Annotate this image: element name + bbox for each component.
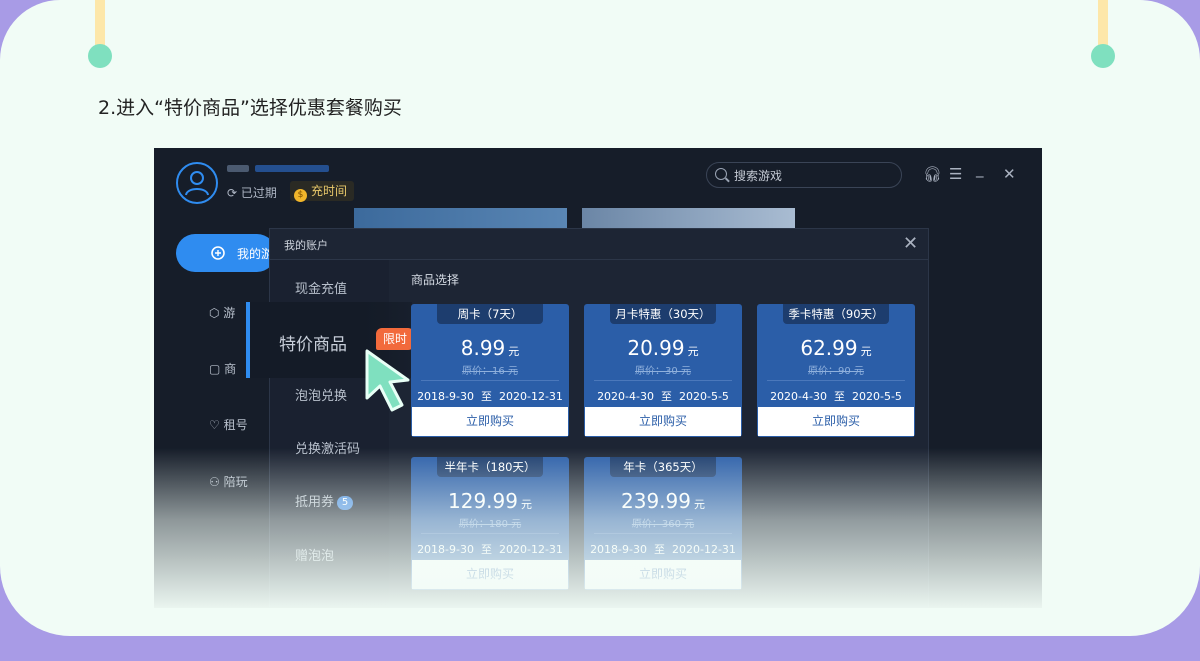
product-price: 20.99 元 bbox=[627, 336, 699, 360]
product-card[interactable]: 季卡特惠（90天） 62.99 元原价：90 元 2020-4-30 至 2020-5… bbox=[757, 304, 915, 437]
product-card[interactable]: 年卡（365天） 239.99 元原价：360 元 2018-9-30 至 2020-… bbox=[584, 457, 742, 590]
buy-now-button[interactable]: 立即购买 bbox=[585, 407, 741, 436]
sidebar-item-cash-recharge[interactable]: 现金充值 bbox=[295, 278, 347, 297]
buy-now-button[interactable]: 立即购买 bbox=[412, 560, 568, 589]
product-name: 年卡（365天） bbox=[610, 457, 716, 477]
buy-now-button[interactable]: 立即购买 bbox=[585, 560, 741, 589]
tutorial-card: 2.进入“特价商品”选择优惠套餐购买 ⟳ 已过期 $ 充时间 搜索游戏 🎧︎ ☰ … bbox=[0, 0, 1200, 636]
coin-icon: $ bbox=[294, 189, 307, 202]
validity-dates: 2018-9-30 至 2020-12-31 bbox=[417, 390, 563, 403]
nav-item-play[interactable]: ⚇ 陪玩 bbox=[209, 473, 248, 490]
search-icon bbox=[715, 168, 727, 180]
coupon-count-badge: 5 bbox=[337, 496, 354, 510]
product-price: 8.99 元 bbox=[460, 336, 520, 360]
product-price: 239.99 元 bbox=[621, 489, 705, 513]
heart-icon: ♡ bbox=[209, 418, 224, 432]
product-price: 129.99 元 bbox=[448, 489, 532, 513]
people-icon: ⚇ bbox=[209, 475, 224, 489]
refresh-icon: ⟳ bbox=[227, 186, 241, 200]
account-status: ⟳ 已过期 bbox=[227, 186, 277, 200]
product-card[interactable]: 周卡（7天） 8.99 元原价：16 元 2018-9-30 至 2020-12-31… bbox=[411, 304, 569, 437]
modal-title: 我的账户 bbox=[284, 239, 328, 252]
original-price: 原价：180 元 bbox=[458, 519, 522, 530]
sidebar-item-gift[interactable]: 赠泡泡 bbox=[295, 545, 334, 564]
cube-icon: ⬡ bbox=[209, 306, 224, 320]
product-name: 周卡（7天） bbox=[437, 304, 543, 324]
close-icon[interactable]: ✕ bbox=[1003, 165, 1016, 183]
validity-dates: 2018-9-30 至 2020-12-31 bbox=[417, 543, 563, 556]
menu-icon[interactable]: ☰ bbox=[949, 165, 962, 183]
minimize-icon[interactable]: _ bbox=[976, 160, 984, 178]
avatar[interactable] bbox=[176, 162, 218, 204]
product-name: 月卡特惠（30天） bbox=[610, 304, 716, 324]
username-blurred bbox=[227, 162, 331, 174]
user-icon bbox=[185, 171, 209, 196]
modal-header: 我的账户 ✕ bbox=[270, 229, 928, 260]
recharge-button[interactable]: $ 充时间 bbox=[290, 181, 355, 202]
section-title: 商品选择 bbox=[411, 273, 460, 287]
product-card[interactable]: 月卡特惠（30天） 20.99 元原价：30 元 2020-4-30 至 2020-5… bbox=[584, 304, 742, 437]
headset-icon[interactable]: 🎧︎ bbox=[923, 165, 942, 183]
search-input[interactable]: 搜索游戏 bbox=[706, 162, 902, 188]
original-price: 原价：16 元 bbox=[462, 366, 518, 377]
original-price: 原价：30 元 bbox=[635, 366, 691, 377]
bag-icon: ▢ bbox=[209, 362, 225, 376]
sidebar-item-coupon[interactable]: 抵用券 5 bbox=[295, 491, 354, 510]
product-name: 季卡特惠（90天） bbox=[783, 304, 889, 324]
validity-dates: 2020-4-30 至 2020-5-5 bbox=[597, 390, 729, 403]
validity-dates: 2020-4-30 至 2020-5-5 bbox=[770, 390, 902, 403]
gamepad-icon bbox=[211, 246, 225, 260]
product-card[interactable]: 半年卡（180天） 129.99 元原价：180 元 2018-9-30 至 2020… bbox=[411, 457, 569, 590]
pin-decoration-right bbox=[1091, 0, 1115, 68]
buy-now-button[interactable]: 立即购买 bbox=[412, 407, 568, 436]
nav-item[interactable]: ▢ 商 bbox=[209, 360, 236, 377]
game-banner[interactable] bbox=[354, 208, 567, 230]
app-window: ⟳ 已过期 $ 充时间 搜索游戏 🎧︎ ☰ _ ✕ 我的游 ⬡ 游 ▢ 商 ♡ 租… bbox=[154, 148, 1042, 608]
product-price: 62.99 元 bbox=[800, 336, 872, 360]
close-icon[interactable]: ✕ bbox=[903, 233, 918, 254]
pointer-cursor-icon bbox=[365, 349, 410, 412]
validity-dates: 2018-9-30 至 2020-12-31 bbox=[590, 543, 736, 556]
sidebar-item-activation[interactable]: 兑换激活码 bbox=[295, 438, 360, 457]
step-title: 2.进入“特价商品”选择优惠套餐购买 bbox=[98, 97, 402, 119]
nav-item-rent[interactable]: ♡ 租号 bbox=[209, 416, 248, 433]
pin-decoration-left bbox=[88, 0, 112, 68]
sidebar-item-bubble-exchange[interactable]: 泡泡兑换 bbox=[295, 385, 347, 404]
original-price: 原价：360 元 bbox=[631, 519, 695, 530]
original-price: 原价：90 元 bbox=[808, 366, 864, 377]
nav-my-games[interactable]: 我的游 bbox=[176, 234, 276, 272]
nav-item[interactable]: ⬡ 游 bbox=[209, 304, 235, 321]
game-banner[interactable] bbox=[582, 208, 795, 230]
product-name: 半年卡（180天） bbox=[437, 457, 543, 477]
buy-now-button[interactable]: 立即购买 bbox=[758, 407, 914, 436]
